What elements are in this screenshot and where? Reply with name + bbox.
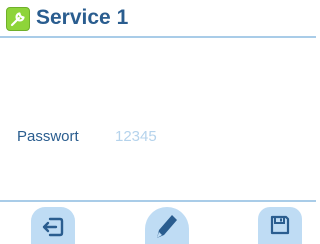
floppy-disk-icon	[270, 215, 290, 235]
save-button[interactable]	[258, 207, 302, 244]
password-label: Passwort	[17, 128, 79, 145]
footer-divider	[0, 200, 316, 202]
edit-button[interactable]	[145, 207, 189, 244]
pencil-icon	[157, 215, 177, 238]
header-bar: Service 1	[0, 0, 316, 36]
wrench-icon	[6, 7, 30, 31]
back-button[interactable]	[31, 207, 75, 244]
header-divider	[0, 36, 316, 38]
back-arrow-icon	[42, 217, 64, 237]
page-title: Service 1	[36, 6, 129, 29]
password-field[interactable]: 12345	[115, 128, 157, 146]
